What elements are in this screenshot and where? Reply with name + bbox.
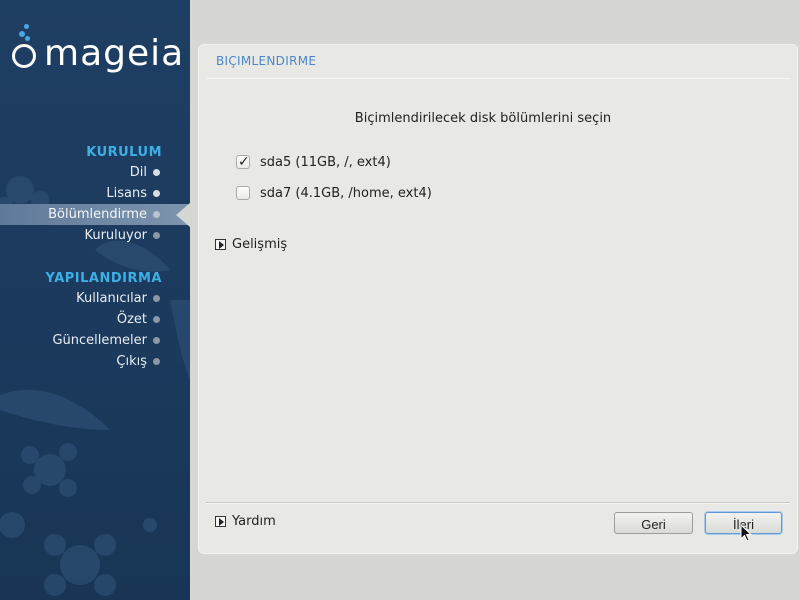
sidebar-item-label: Kuruluyor [84,228,147,243]
partition-label[interactable]: sda5 (11GB, /, ext4) [260,153,391,173]
main-panel: BIÇIMLENDIRME Biçimlendirilecek disk böl… [198,44,798,554]
step-dot-icon [153,232,160,239]
logo-circle-icon [12,44,36,68]
step-dot-icon [153,316,160,323]
help-label[interactable]: Yardım [232,513,276,531]
checkmark-icon: ✓ [238,154,250,170]
sidebar-item-dil: Dil [0,162,190,183]
step-dot-icon [153,337,160,344]
sidebar-item-label: Çıkış [116,354,147,369]
active-pointer-icon [176,203,190,227]
step-dot-icon [153,211,160,218]
sidebar-item-kuruluyor: Kuruluyor [0,225,190,246]
sidebar: mageia KURULUM Dil Lisans Bölümlendirme … [0,0,190,600]
step-dot-icon [153,190,160,197]
step-dot-icon [153,295,160,302]
header-divider [206,78,790,79]
sidebar-item-ozet: Özet [0,309,190,330]
sidebar-item-label: Güncellemeler [52,333,147,348]
sidebar-item-label: Lisans [106,186,147,201]
advanced-label[interactable]: Gelişmiş [232,236,287,254]
sidebar-item-label: Dil [129,165,147,180]
checkbox[interactable] [236,186,250,200]
instruction-text: Biçimlendirilecek disk bölümlerini seçin [354,111,612,126]
sidebar-item-cikis: Çıkış [0,351,190,372]
back-button[interactable]: Geri [614,512,693,534]
expand-arrow-icon [215,516,226,527]
mouse-pointer-icon [740,524,753,542]
checkbox[interactable]: ✓ [236,154,250,170]
section-title-yapilandirma: YAPILANDIRMA [45,271,162,286]
page-title: BIÇIMLENDIRME [216,54,317,68]
sidebar-item-lisans: Lisans [0,183,190,204]
section-title-kurulum: KURULUM [86,145,162,160]
mageia-logo: mageia [10,24,185,80]
step-dot-icon [153,358,160,365]
sidebar-item-label: Kullanıcılar [76,291,147,306]
footer-divider-highlight [206,503,790,504]
step-dot-icon [153,169,160,176]
sidebar-item-guncellemeler: Güncellemeler [0,330,190,351]
logo-text: mageia [44,33,185,74]
sidebar-item-label: Bölümlendirme [48,207,147,222]
partition-label[interactable]: sda7 (4.1GB, /home, ext4) [260,184,432,204]
sidebar-item-kullanicilar: Kullanıcılar [0,288,190,309]
sidebar-item-bolumlendirme: Bölümlendirme [0,203,190,227]
sidebar-item-label: Özet [116,312,147,327]
expand-arrow-icon [215,239,226,250]
